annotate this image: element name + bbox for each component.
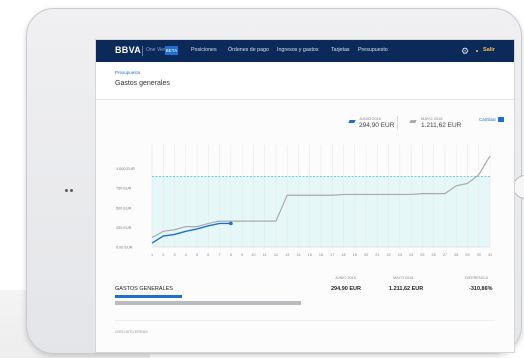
x-tick-23: 23 [398,253,402,257]
x-tick-27: 27 [443,253,447,257]
series-1-endpoint [229,221,233,226]
x-tick-31: 31 [488,253,492,257]
logo-divider [142,46,143,56]
x-tick-14: 14 [296,253,300,257]
col-may: MAYO 2016 [393,276,414,280]
bbva-logo[interactable]: BBVA [115,45,141,55]
legend-may: MAYO 2016 1.211,62 EUR [421,116,461,129]
x-tick-5: 5 [196,253,198,257]
x-tick-11: 11 [263,253,267,257]
top-nav: BBVA One View BETA Posiciones Órdenes de… [96,40,514,62]
x-tick-8: 8 [230,253,232,257]
x-tick-12: 12 [274,253,278,257]
x-tick-25: 25 [420,253,424,257]
x-tick-10: 10 [251,253,255,257]
y-tick-0: 0,00 EUR [116,246,133,250]
x-tick-19: 19 [353,253,357,257]
x-tick-26: 26 [432,253,436,257]
x-tick-16: 16 [319,253,323,257]
row-may-value: 1.211,62 EUR [389,286,424,292]
y-tick-3: 750 EUR [116,187,132,191]
x-tick-2: 2 [162,253,164,257]
calendar-icon[interactable] [498,117,504,122]
x-tick-28: 28 [454,253,458,257]
legend-june-label: JUNIO 2016 [359,116,382,121]
legend-may-label: MAYO 2016 [421,116,443,121]
page-title: Gastos generales [115,80,170,87]
nav-item-presupuesto[interactable]: Presupuesto [358,47,388,53]
row-diff-value: -310,86% [469,286,493,292]
x-tick-7: 7 [219,253,221,257]
x-tick-20: 20 [364,253,368,257]
spending-chart: 1 2 3 4 5 6 7 8 9 10 11 12 13 14 15 16 17 18 19 20 21 22 23 24 2… [116,145,492,257]
may-progress-bar [115,301,301,305]
beta-badge: BETA [165,46,178,55]
col-diff: DIFERENCIA [465,276,488,280]
footer-divider [115,320,495,321]
gear-icon[interactable]: ⚙ [460,46,470,56]
nav-item-ingresos[interactable]: Ingresos y gastos [277,47,319,53]
x-tick-30: 30 [477,253,481,257]
nav-dot [476,50,478,52]
june-progress-bar [115,295,182,298]
x-tick-9: 9 [241,253,243,257]
x-tick-21: 21 [375,253,379,257]
col-june: JUNIO 2016 [335,276,356,280]
tablet-frame: BBVA One View BETA Posiciones Órdenes de… [26,8,524,354]
nav-item-tarjetas[interactable]: Tarjetas [331,47,350,53]
legend-june: JUNIO 2016 294,90 EUR [359,116,394,129]
app-screen: BBVA One View BETA Posiciones Órdenes de… [95,39,515,353]
exit-button[interactable]: Salir [483,47,495,53]
y-tick-2: 500 EUR [116,206,132,210]
x-tick-4: 4 [185,253,187,257]
y-tick-4: 1.000 EUR [116,167,135,171]
x-tick-22: 22 [386,253,390,257]
legend-june-value: 294,90 EUR [359,122,395,129]
x-tick-3: 3 [173,253,175,257]
x-tick-1: 1 [151,253,153,257]
row-june-value: 294,90 EUR [331,286,361,292]
y-tick-1: 250 EUR [116,226,132,230]
x-tick-6: 6 [207,253,209,257]
x-tick-15: 15 [308,253,312,257]
x-tick-18: 18 [341,253,345,257]
row-label[interactable]: GASTOS GENERALES [115,286,173,292]
nav-item-posiciones[interactable]: Posiciones [191,47,217,53]
x-tick-24: 24 [409,253,413,257]
x-tick-13: 13 [285,253,289,257]
legend-may-value: 1.211,62 EUR [421,122,462,129]
camera-dots [65,189,68,192]
x-tick-29: 29 [465,253,469,257]
breadcrumb[interactable]: Presupuesto [115,70,140,75]
nav-item-ordenes[interactable]: Órdenes de pago [228,47,269,53]
compare-link[interactable]: Cambiar [479,117,496,122]
footer-label: GIRO ATELERRAS [115,330,148,334]
legend-separator [397,116,398,130]
x-tick-17: 17 [330,253,334,257]
